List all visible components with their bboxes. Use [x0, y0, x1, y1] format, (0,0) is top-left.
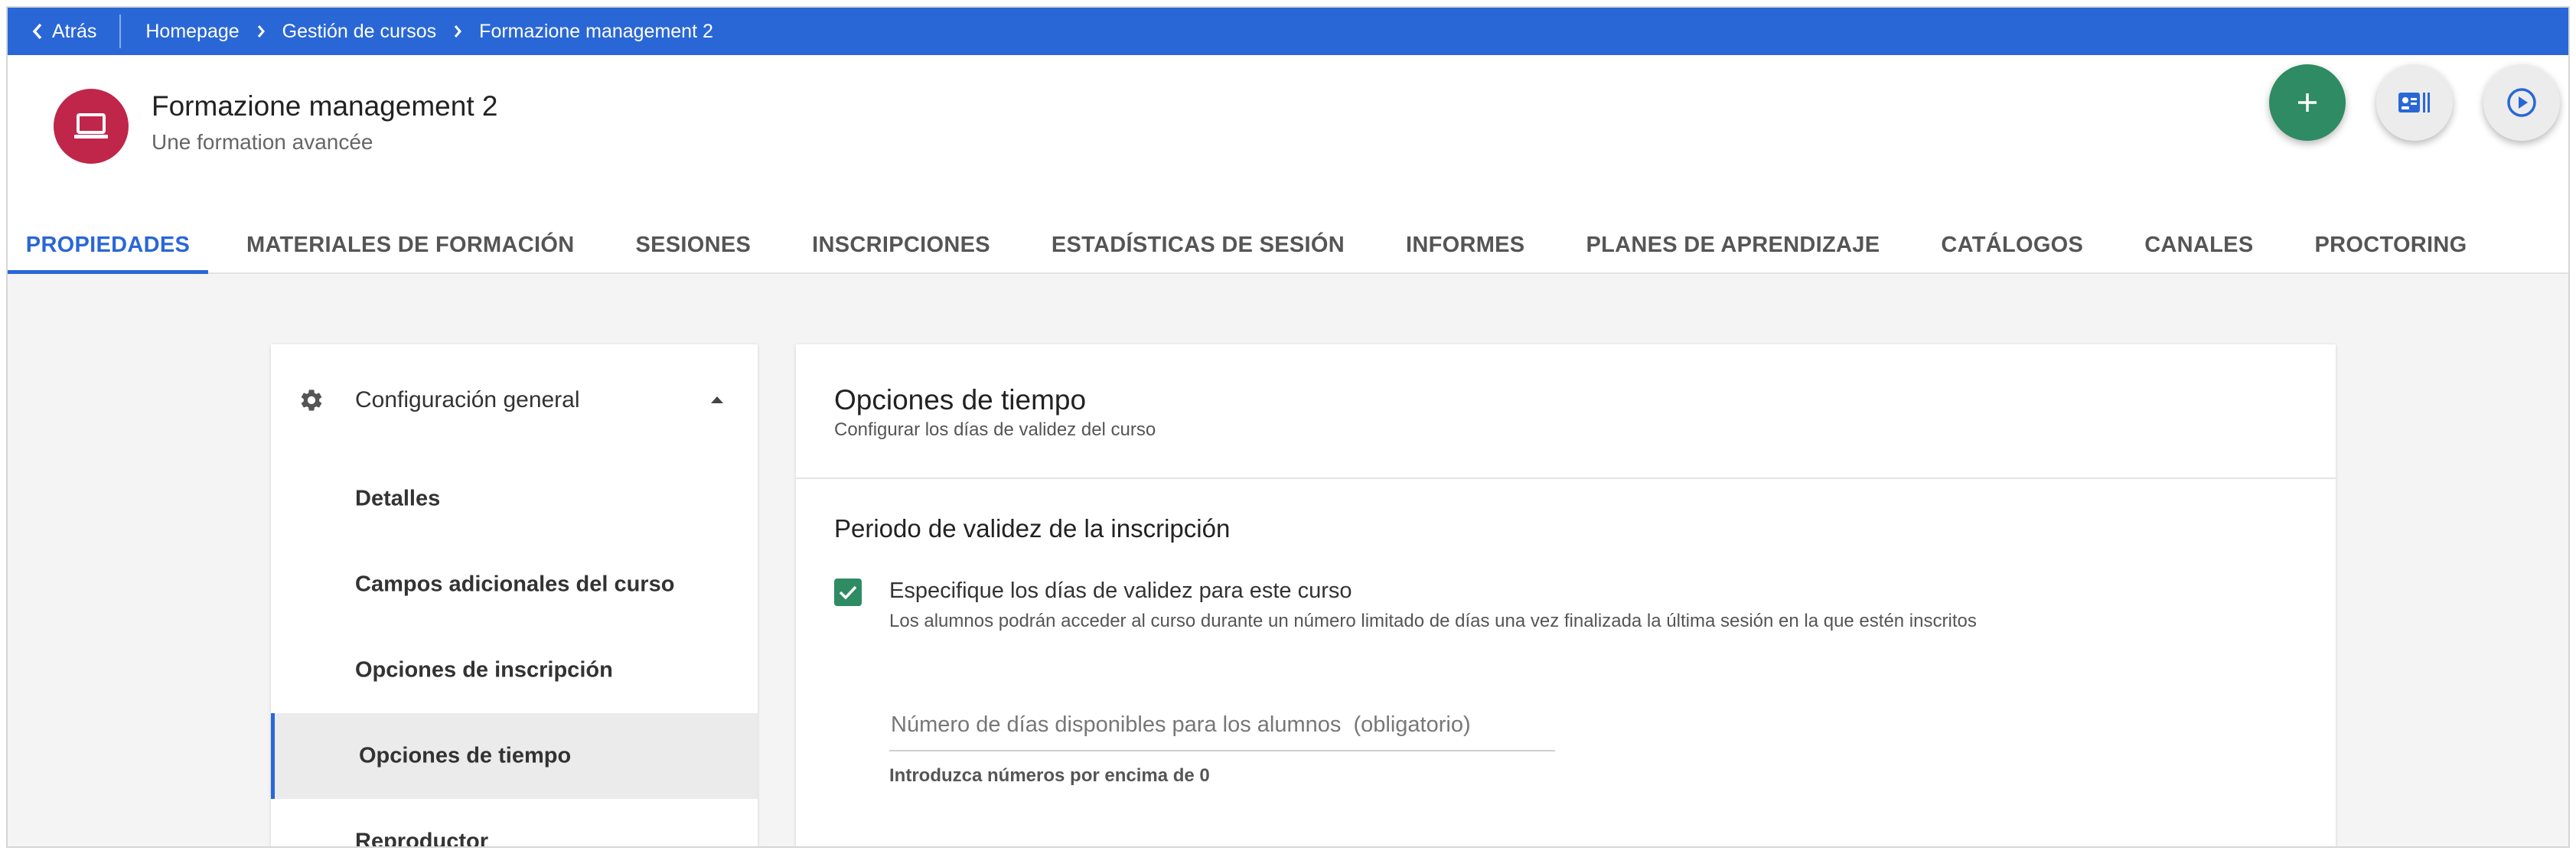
tab-sesiones[interactable]: SESIONES [612, 216, 774, 274]
chevron-right-icon [256, 24, 266, 39]
settings-sidebar: Configuración general Detalles Campos ad… [271, 344, 758, 848]
tab-informes[interactable]: INFORMES [1383, 216, 1547, 274]
back-label: Atrás [52, 20, 97, 42]
tab-propiedades[interactable]: PROPIEDADES [8, 216, 208, 274]
id-card-icon [2398, 93, 2430, 112]
section-title: Periodo de validez de la inscripción [834, 514, 1231, 543]
page-title: Opciones de tiempo [834, 384, 1087, 416]
field-hint: Introduzca números por encima de 0 [889, 765, 1210, 786]
play-button[interactable] [2483, 64, 2560, 141]
laptop-icon [74, 113, 108, 139]
tab-estadisticas-de-sesion[interactable]: ESTADÍSTICAS DE SESIÓN [1029, 216, 1368, 274]
chevron-right-icon [453, 24, 462, 39]
validity-days-checkbox[interactable] [834, 579, 862, 606]
sidebar-item-label: Reproductor [355, 829, 488, 848]
sidebar-item-label: Opciones de inscripción [355, 657, 613, 683]
course-header: Formazione management 2 Une formation av… [8, 55, 2568, 274]
time-options-card: Opciones de tiempo Configurar los días d… [796, 344, 2336, 846]
caret-up-icon [711, 396, 723, 403]
sidebar-item-campos-adicionales[interactable]: Campos adicionales del curso [271, 542, 758, 627]
days-available-field[interactable] [889, 699, 1555, 751]
sidebar-item-label: Detalles [355, 486, 441, 511]
sidebar-item-reproductor[interactable]: Reproductor [271, 799, 758, 848]
sidebar-item-opciones-de-tiempo[interactable]: Opciones de tiempo [271, 713, 758, 799]
cards-view-button[interactable] [2376, 64, 2453, 141]
page-subtitle: Configurar los días de validez del curso [834, 419, 1156, 440]
breadcrumb-current-course[interactable]: Formazione management 2 [479, 21, 713, 43]
breadcrumb-homepage[interactable]: Homepage [145, 21, 239, 43]
app-frame: Atrás Homepage Gestión de cursos Formazi… [6, 6, 2570, 848]
chevron-left-icon [32, 23, 42, 40]
checkbox-label[interactable]: Especifique los días de validez para est… [889, 579, 1352, 604]
breadcrumb: Homepage Gestión de cursos Formazione ma… [121, 21, 713, 43]
breadcrumb-bar: Atrás Homepage Gestión de cursos Formazi… [8, 8, 2568, 55]
card-header: Opciones de tiempo Configurar los días d… [796, 344, 2336, 479]
sidebar-section-general-settings[interactable]: Configuración general [271, 344, 758, 456]
tab-catalogos[interactable]: CATÁLOGOS [1918, 216, 2106, 274]
sidebar-item-detalles[interactable]: Detalles [271, 456, 758, 542]
play-circle-icon [2507, 88, 2536, 117]
tab-planes-de-aprendizaje[interactable]: PLANES DE APRENDIZAJE [1563, 216, 1903, 274]
sidebar-section-label: Configuración general [355, 387, 580, 412]
check-icon [839, 585, 857, 600]
sidebar-item-opciones-de-inscripcion[interactable]: Opciones de inscripción [271, 627, 758, 713]
gear-icon [301, 390, 322, 411]
course-subtitle: Une formation avancée [152, 130, 373, 154]
course-tabs: PROPIEDADES MATERIALES DE FORMACIÓN SESI… [8, 216, 2506, 274]
back-button[interactable]: Atrás [8, 15, 122, 48]
tab-proctoring[interactable]: PROCTORING [2291, 216, 2490, 274]
sidebar-item-label: Opciones de tiempo [359, 743, 572, 768]
breadcrumb-course-management[interactable]: Gestión de cursos [282, 21, 437, 43]
course-avatar [54, 89, 129, 164]
add-button[interactable] [2269, 64, 2346, 141]
checkbox-description: Los alumnos podrán acceder al curso dura… [889, 611, 1977, 631]
plus-icon [2298, 93, 2317, 112]
sidebar-item-label: Campos adicionales del curso [355, 572, 675, 597]
tab-canales[interactable]: CANALES [2121, 216, 2276, 274]
tab-materiales-de-formacion[interactable]: MATERIALES DE FORMACIÓN [223, 216, 597, 274]
course-title: Formazione management 2 [152, 90, 498, 122]
tab-inscripciones[interactable]: INSCRIPCIONES [789, 216, 1013, 274]
